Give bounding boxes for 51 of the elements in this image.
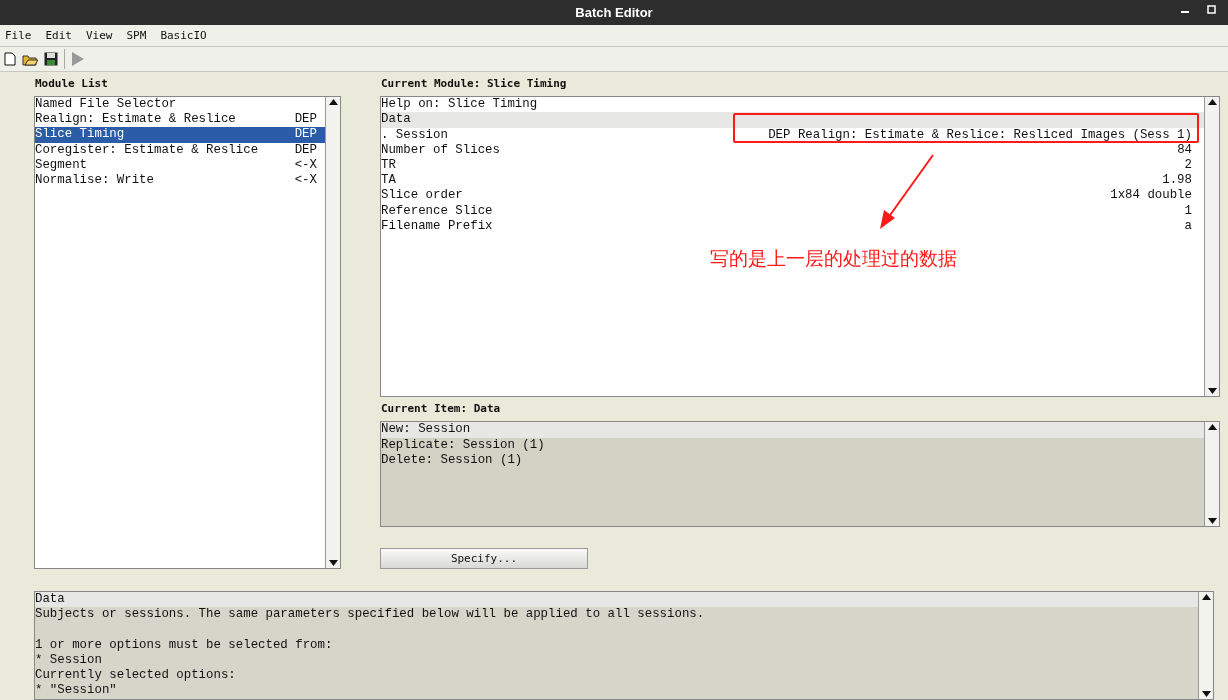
setting-row[interactable]: TA 1.98 — [381, 173, 1204, 189]
panel-label: Current Item: Data — [381, 402, 502, 416]
menu-item[interactable]: BasicIO — [160, 29, 207, 42]
scroll-down-icon[interactable] — [1207, 388, 1217, 395]
new-file-icon[interactable] — [4, 52, 16, 66]
setting-row[interactable]: . Session DEP Realign: Estimate & Reslice: Resliced Images (Sess 1) — [381, 127, 1204, 143]
menu-item[interactable]: File — [5, 29, 32, 42]
menu-item[interactable]: View — [86, 29, 113, 42]
setting-row[interactable]: Reference Slice 1 — [381, 203, 1204, 219]
maximize-icon[interactable] — [1207, 5, 1216, 14]
action-item[interactable]: Delete: Session (1) — [381, 452, 1204, 469]
menu-item[interactable]: Edit — [45, 29, 72, 42]
help-text: Currently selected options: — [35, 667, 237, 684]
module-item[interactable]: Normalise: Write <-X — [35, 172, 325, 189]
help-text: * Session — [35, 652, 103, 668]
help-text: 1 or more options must be selected from: — [35, 637, 334, 653]
panel-label: Current Module: Slice Timing — [381, 77, 568, 91]
scrollbar[interactable] — [325, 97, 340, 568]
specify-button[interactable]: Specify... — [380, 548, 588, 569]
module-item[interactable]: Realign: Estimate & Reslice DEP — [35, 112, 325, 128]
scrollbar[interactable] — [1204, 422, 1219, 527]
module-item[interactable]: Slice Timing DEP — [35, 127, 325, 143]
scroll-up-icon[interactable] — [328, 99, 338, 105]
setting-row[interactable]: Number of Slices 84 — [381, 142, 1204, 158]
scroll-down-icon[interactable] — [328, 560, 338, 566]
setting-row[interactable]: Help on: Slice Timing — [381, 97, 1204, 113]
help-text: Subjects or sessions. The same parameters specified below will be applied to all sessions. — [35, 607, 706, 623]
panel-label: Module List — [35, 77, 109, 90]
scroll-up-icon[interactable] — [1201, 594, 1211, 600]
module-item[interactable]: Named File Selector — [35, 97, 325, 113]
setting-row[interactable]: TR 2 — [381, 158, 1204, 174]
scrollbar[interactable] — [1204, 97, 1219, 397]
action-item[interactable]: Replicate: Session (1) — [381, 437, 1204, 453]
folder-icon[interactable] — [22, 52, 38, 66]
setting-row[interactable]: Filename Prefix a — [381, 218, 1204, 234]
help-text: * "Session" — [35, 683, 118, 699]
setting-row[interactable]: Slice order 1x84 double — [381, 188, 1204, 204]
annotation-note: 写的是上一层的处理过的数据 — [710, 246, 957, 271]
module-item[interactable]: Coregister: Estimate & Reslice DEP — [35, 142, 325, 158]
scroll-up-icon[interactable] — [1207, 424, 1217, 431]
scroll-up-icon[interactable] — [1207, 99, 1217, 106]
window-title: Batch Editor — [575, 5, 653, 20]
scroll-down-icon[interactable] — [1201, 691, 1211, 697]
setting-row[interactable]: Data — [381, 112, 1204, 128]
help-text: Data — [35, 592, 1198, 608]
menu-item[interactable]: SPM — [126, 29, 147, 42]
module-item[interactable]: Segment <-X — [35, 157, 325, 173]
save-icon[interactable] — [44, 52, 58, 66]
scrollbar[interactable] — [1198, 592, 1213, 699]
scroll-down-icon[interactable] — [1207, 518, 1217, 525]
action-item[interactable]: New: Session — [381, 422, 1204, 438]
